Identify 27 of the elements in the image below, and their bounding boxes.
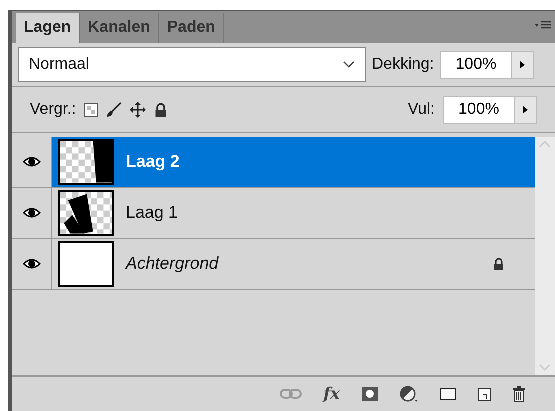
- brush-icon[interactable]: [106, 102, 122, 118]
- layer-row[interactable]: Laag 1: [12, 188, 535, 239]
- layer-name: Laag 2: [126, 151, 181, 174]
- lock-label: Vergr.:: [30, 100, 76, 120]
- visibility-toggle[interactable]: [12, 137, 52, 187]
- eye-icon[interactable]: [22, 156, 40, 168]
- move-icon[interactable]: [130, 102, 146, 118]
- effects-button[interactable]: fx: [324, 382, 340, 406]
- eye-icon[interactable]: [22, 207, 40, 219]
- chevron-down-icon: [343, 61, 355, 68]
- layer-name: Laag 1: [126, 202, 179, 224]
- mask-icon[interactable]: [362, 387, 378, 401]
- trash-icon[interactable]: [513, 386, 525, 402]
- layer-name: Achtergrond: [126, 253, 220, 276]
- lock-icon: [154, 102, 168, 116]
- layer-row[interactable]: Laag 2: [12, 137, 535, 188]
- panel-menu-icon[interactable]: [535, 21, 551, 31]
- eye-icon[interactable]: [22, 258, 40, 270]
- fill-label: Vul:: [408, 100, 435, 120]
- adjustment-icon[interactable]: [400, 386, 418, 402]
- panel-tab[interactable]: Lagen: [16, 13, 80, 43]
- lock-transparency-icon[interactable]: [84, 102, 98, 116]
- folder-icon[interactable]: [440, 388, 456, 400]
- opacity-label: Dekking:: [372, 54, 434, 74]
- blend-mode-dropdown[interactable]: Normaal: [18, 47, 366, 82]
- new-layer-icon[interactable]: [478, 388, 491, 400]
- layer-row[interactable]: Achtergrond: [12, 239, 535, 290]
